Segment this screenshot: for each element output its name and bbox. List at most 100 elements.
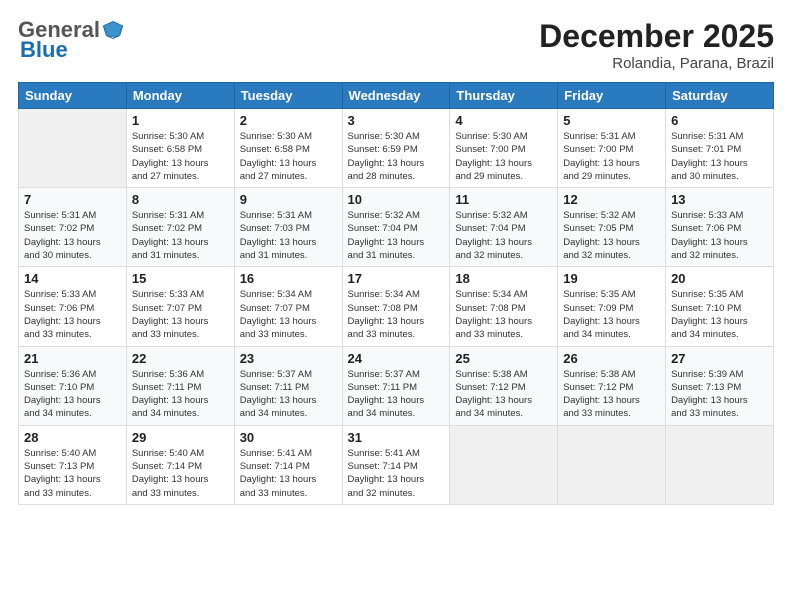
day-info: Sunrise: 5:32 AMSunset: 7:04 PMDaylight:… xyxy=(348,209,445,262)
calendar-cell: 17 Sunrise: 5:34 AMSunset: 7:08 PMDayligh… xyxy=(342,267,450,346)
calendar-cell: 19 Sunrise: 5:35 AMSunset: 7:09 PMDayligh… xyxy=(558,267,666,346)
day-info: Sunrise: 5:37 AMSunset: 7:11 PMDaylight:… xyxy=(240,368,337,421)
day-info: Sunrise: 5:31 AMSunset: 7:02 PMDaylight:… xyxy=(132,209,229,262)
calendar-cell xyxy=(558,425,666,504)
day-info: Sunrise: 5:36 AMSunset: 7:10 PMDaylight:… xyxy=(24,368,121,421)
day-info: Sunrise: 5:33 AMSunset: 7:06 PMDaylight:… xyxy=(24,288,121,341)
day-number: 16 xyxy=(240,271,337,286)
calendar-cell: 5Sunrise: 5:31 AMSunset: 7:00 PMDaylight… xyxy=(558,109,666,188)
day-info: Sunrise: 5:31 AMSunset: 7:01 PMDaylight:… xyxy=(671,130,768,183)
day-info: Sunrise: 5:31 AMSunset: 7:02 PMDaylight:… xyxy=(24,209,121,262)
calendar-cell: 26 Sunrise: 5:38 AMSunset: 7:12 PMDayligh… xyxy=(558,346,666,425)
calendar-cell xyxy=(19,109,127,188)
day-number: 8 xyxy=(132,192,229,207)
calendar-cell: 15 Sunrise: 5:33 AMSunset: 7:07 PMDayligh… xyxy=(126,267,234,346)
calendar-cell: 3Sunrise: 5:30 AMSunset: 6:59 PMDaylight… xyxy=(342,109,450,188)
day-info: Sunrise: 5:34 AMSunset: 7:08 PMDaylight:… xyxy=(348,288,445,341)
calendar-header-row: Sunday Monday Tuesday Wednesday Thursday… xyxy=(19,83,774,109)
calendar-table: Sunday Monday Tuesday Wednesday Thursday… xyxy=(18,82,774,505)
calendar-cell: 12 Sunrise: 5:32 AMSunset: 7:05 PMDayligh… xyxy=(558,188,666,267)
calendar-cell: 14 Sunrise: 5:33 AMSunset: 7:06 PMDayligh… xyxy=(19,267,127,346)
day-number: 31 xyxy=(348,430,445,445)
calendar-cell: 27Sunrise: 5:39 AMSunset: 7:13 PMDayligh… xyxy=(666,346,774,425)
calendar-cell: 18Sunrise: 5:34 AMSunset: 7:08 PMDayligh… xyxy=(450,267,558,346)
day-number: 30 xyxy=(240,430,337,445)
day-info: Sunrise: 5:33 AMSunset: 7:06 PMDaylight:… xyxy=(671,209,768,262)
day-number: 11 xyxy=(455,192,552,207)
day-number: 6 xyxy=(671,113,768,128)
col-saturday: Saturday xyxy=(666,83,774,109)
calendar-cell: 20Sunrise: 5:35 AMSunset: 7:10 PMDayligh… xyxy=(666,267,774,346)
logo-icon xyxy=(102,19,124,41)
day-number: 2 xyxy=(240,113,337,128)
day-info: Sunrise: 5:32 AMSunset: 7:05 PMDaylight:… xyxy=(563,209,660,262)
calendar-cell xyxy=(450,425,558,504)
day-info: Sunrise: 5:34 AMSunset: 7:07 PMDaylight:… xyxy=(240,288,337,341)
calendar-cell: 8 Sunrise: 5:31 AMSunset: 7:02 PMDaylight… xyxy=(126,188,234,267)
calendar-cell: 30Sunrise: 5:41 AMSunset: 7:14 PMDayligh… xyxy=(234,425,342,504)
day-info: Sunrise: 5:40 AMSunset: 7:13 PMDaylight:… xyxy=(24,447,121,500)
day-number: 23 xyxy=(240,351,337,366)
header: General Blue December 2025 Rolandia, Par… xyxy=(18,18,774,72)
col-thursday: Thursday xyxy=(450,83,558,109)
day-number: 18 xyxy=(455,271,552,286)
day-number: 29 xyxy=(132,430,229,445)
month-title: December 2025 xyxy=(539,18,774,55)
calendar-cell: 28 Sunrise: 5:40 AMSunset: 7:13 PMDayligh… xyxy=(19,425,127,504)
calendar-cell: 9 Sunrise: 5:31 AMSunset: 7:03 PMDaylight… xyxy=(234,188,342,267)
day-info: Sunrise: 5:33 AMSunset: 7:07 PMDaylight:… xyxy=(132,288,229,341)
calendar-week-2: 7 Sunrise: 5:31 AMSunset: 7:02 PMDaylight… xyxy=(19,188,774,267)
col-tuesday: Tuesday xyxy=(234,83,342,109)
day-number: 17 xyxy=(348,271,445,286)
day-info: Sunrise: 5:37 AMSunset: 7:11 PMDaylight:… xyxy=(348,368,445,421)
calendar-week-3: 14 Sunrise: 5:33 AMSunset: 7:06 PMDayligh… xyxy=(19,267,774,346)
day-number: 10 xyxy=(348,192,445,207)
day-info: Sunrise: 5:30 AMSunset: 6:58 PMDaylight:… xyxy=(240,130,337,183)
day-info: Sunrise: 5:30 AMSunset: 7:00 PMDaylight:… xyxy=(455,130,552,183)
day-info: Sunrise: 5:40 AMSunset: 7:14 PMDaylight:… xyxy=(132,447,229,500)
calendar-cell: 24 Sunrise: 5:37 AMSunset: 7:11 PMDayligh… xyxy=(342,346,450,425)
day-number: 21 xyxy=(24,351,121,366)
day-number: 5 xyxy=(563,113,660,128)
calendar-cell: 25 Sunrise: 5:38 AMSunset: 7:12 PMDayligh… xyxy=(450,346,558,425)
calendar-cell: 16 Sunrise: 5:34 AMSunset: 7:07 PMDayligh… xyxy=(234,267,342,346)
day-number: 20 xyxy=(671,271,768,286)
day-info: Sunrise: 5:30 AMSunset: 6:58 PMDaylight:… xyxy=(132,130,229,183)
day-number: 25 xyxy=(455,351,552,366)
calendar-cell: 22Sunrise: 5:36 AMSunset: 7:11 PMDayligh… xyxy=(126,346,234,425)
day-number: 27 xyxy=(671,351,768,366)
calendar-cell: 2 Sunrise: 5:30 AMSunset: 6:58 PMDaylight… xyxy=(234,109,342,188)
logo: General Blue xyxy=(18,18,124,62)
day-number: 19 xyxy=(563,271,660,286)
calendar-week-4: 21 Sunrise: 5:36 AMSunset: 7:10 PMDayligh… xyxy=(19,346,774,425)
day-info: Sunrise: 5:35 AMSunset: 7:09 PMDaylight:… xyxy=(563,288,660,341)
title-block: December 2025 Rolandia, Parana, Brazil xyxy=(539,18,774,72)
day-number: 24 xyxy=(348,351,445,366)
day-number: 7 xyxy=(24,192,121,207)
calendar-cell: 21 Sunrise: 5:36 AMSunset: 7:10 PMDayligh… xyxy=(19,346,127,425)
calendar-cell: 7 Sunrise: 5:31 AMSunset: 7:02 PMDaylight… xyxy=(19,188,127,267)
calendar-week-1: 1Sunrise: 5:30 AMSunset: 6:58 PMDaylight… xyxy=(19,109,774,188)
day-number: 26 xyxy=(563,351,660,366)
day-info: Sunrise: 5:41 AMSunset: 7:14 PMDaylight:… xyxy=(348,447,445,500)
day-info: Sunrise: 5:38 AMSunset: 7:12 PMDaylight:… xyxy=(455,368,552,421)
calendar-cell: 31 Sunrise: 5:41 AMSunset: 7:14 PMDayligh… xyxy=(342,425,450,504)
day-number: 4 xyxy=(455,113,552,128)
calendar-cell: 6 Sunrise: 5:31 AMSunset: 7:01 PMDaylight… xyxy=(666,109,774,188)
calendar-cell: 29 Sunrise: 5:40 AMSunset: 7:14 PMDayligh… xyxy=(126,425,234,504)
calendar-cell: 1Sunrise: 5:30 AMSunset: 6:58 PMDaylight… xyxy=(126,109,234,188)
day-info: Sunrise: 5:38 AMSunset: 7:12 PMDaylight:… xyxy=(563,368,660,421)
calendar-cell: 10 Sunrise: 5:32 AMSunset: 7:04 PMDayligh… xyxy=(342,188,450,267)
calendar-cell xyxy=(666,425,774,504)
day-info: Sunrise: 5:32 AMSunset: 7:04 PMDaylight:… xyxy=(455,209,552,262)
calendar-week-5: 28 Sunrise: 5:40 AMSunset: 7:13 PMDayligh… xyxy=(19,425,774,504)
day-number: 9 xyxy=(240,192,337,207)
day-number: 14 xyxy=(24,271,121,286)
calendar-cell: 23 Sunrise: 5:37 AMSunset: 7:11 PMDayligh… xyxy=(234,346,342,425)
day-info: Sunrise: 5:31 AMSunset: 7:03 PMDaylight:… xyxy=(240,209,337,262)
day-info: Sunrise: 5:30 AMSunset: 6:59 PMDaylight:… xyxy=(348,130,445,183)
calendar-cell: 13Sunrise: 5:33 AMSunset: 7:06 PMDayligh… xyxy=(666,188,774,267)
day-number: 15 xyxy=(132,271,229,286)
day-number: 12 xyxy=(563,192,660,207)
day-number: 28 xyxy=(24,430,121,445)
